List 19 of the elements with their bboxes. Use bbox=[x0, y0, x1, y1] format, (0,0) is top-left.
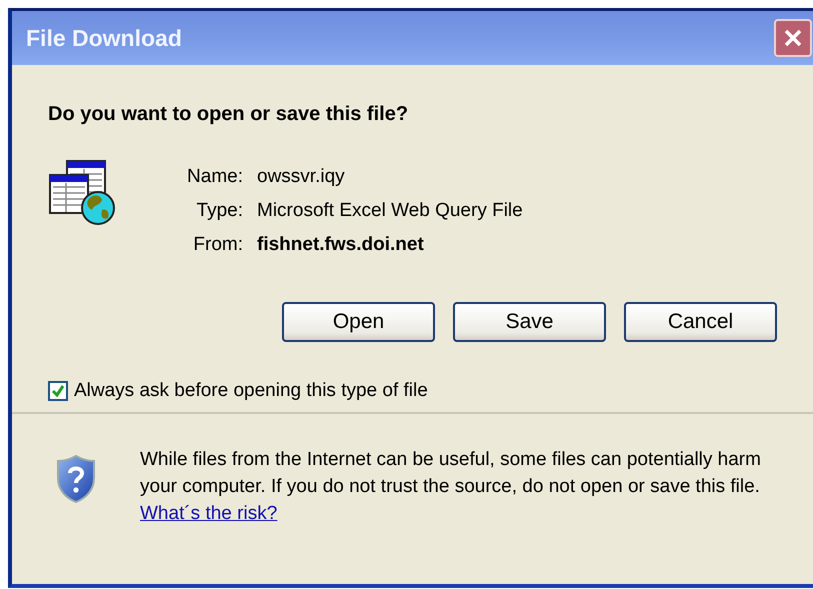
cancel-button[interactable]: Cancel bbox=[624, 302, 777, 342]
risk-link[interactable]: What´s the risk? bbox=[140, 503, 278, 524]
field-value: fishnet.fws.doi.net bbox=[257, 234, 425, 256]
close-button[interactable] bbox=[774, 19, 812, 57]
spreadsheet-globe-icon bbox=[48, 160, 118, 226]
field-label: Name: bbox=[186, 166, 243, 188]
field-label: Type: bbox=[196, 200, 243, 222]
shield-question-icon bbox=[56, 454, 96, 504]
checkbox-label: Always ask before opening this type of file bbox=[74, 380, 428, 402]
field-label: From: bbox=[192, 234, 243, 256]
checkbox[interactable] bbox=[48, 381, 68, 401]
window-title: File Download bbox=[26, 24, 182, 52]
field-value: owssvr.iqy bbox=[257, 166, 346, 188]
question-text: Do you want to open or save this file? bbox=[48, 103, 410, 126]
close-icon bbox=[782, 27, 804, 49]
field-value: Microsoft Excel Web Query File bbox=[257, 200, 523, 222]
open-button[interactable]: Open bbox=[282, 302, 435, 342]
warning-text: While files from the Internet can be useful, some files can potentially harm your computer. If you do not trust the source, do not open or save this file. What´s the risk? bbox=[140, 448, 762, 526]
save-button[interactable]: Save bbox=[453, 302, 606, 342]
